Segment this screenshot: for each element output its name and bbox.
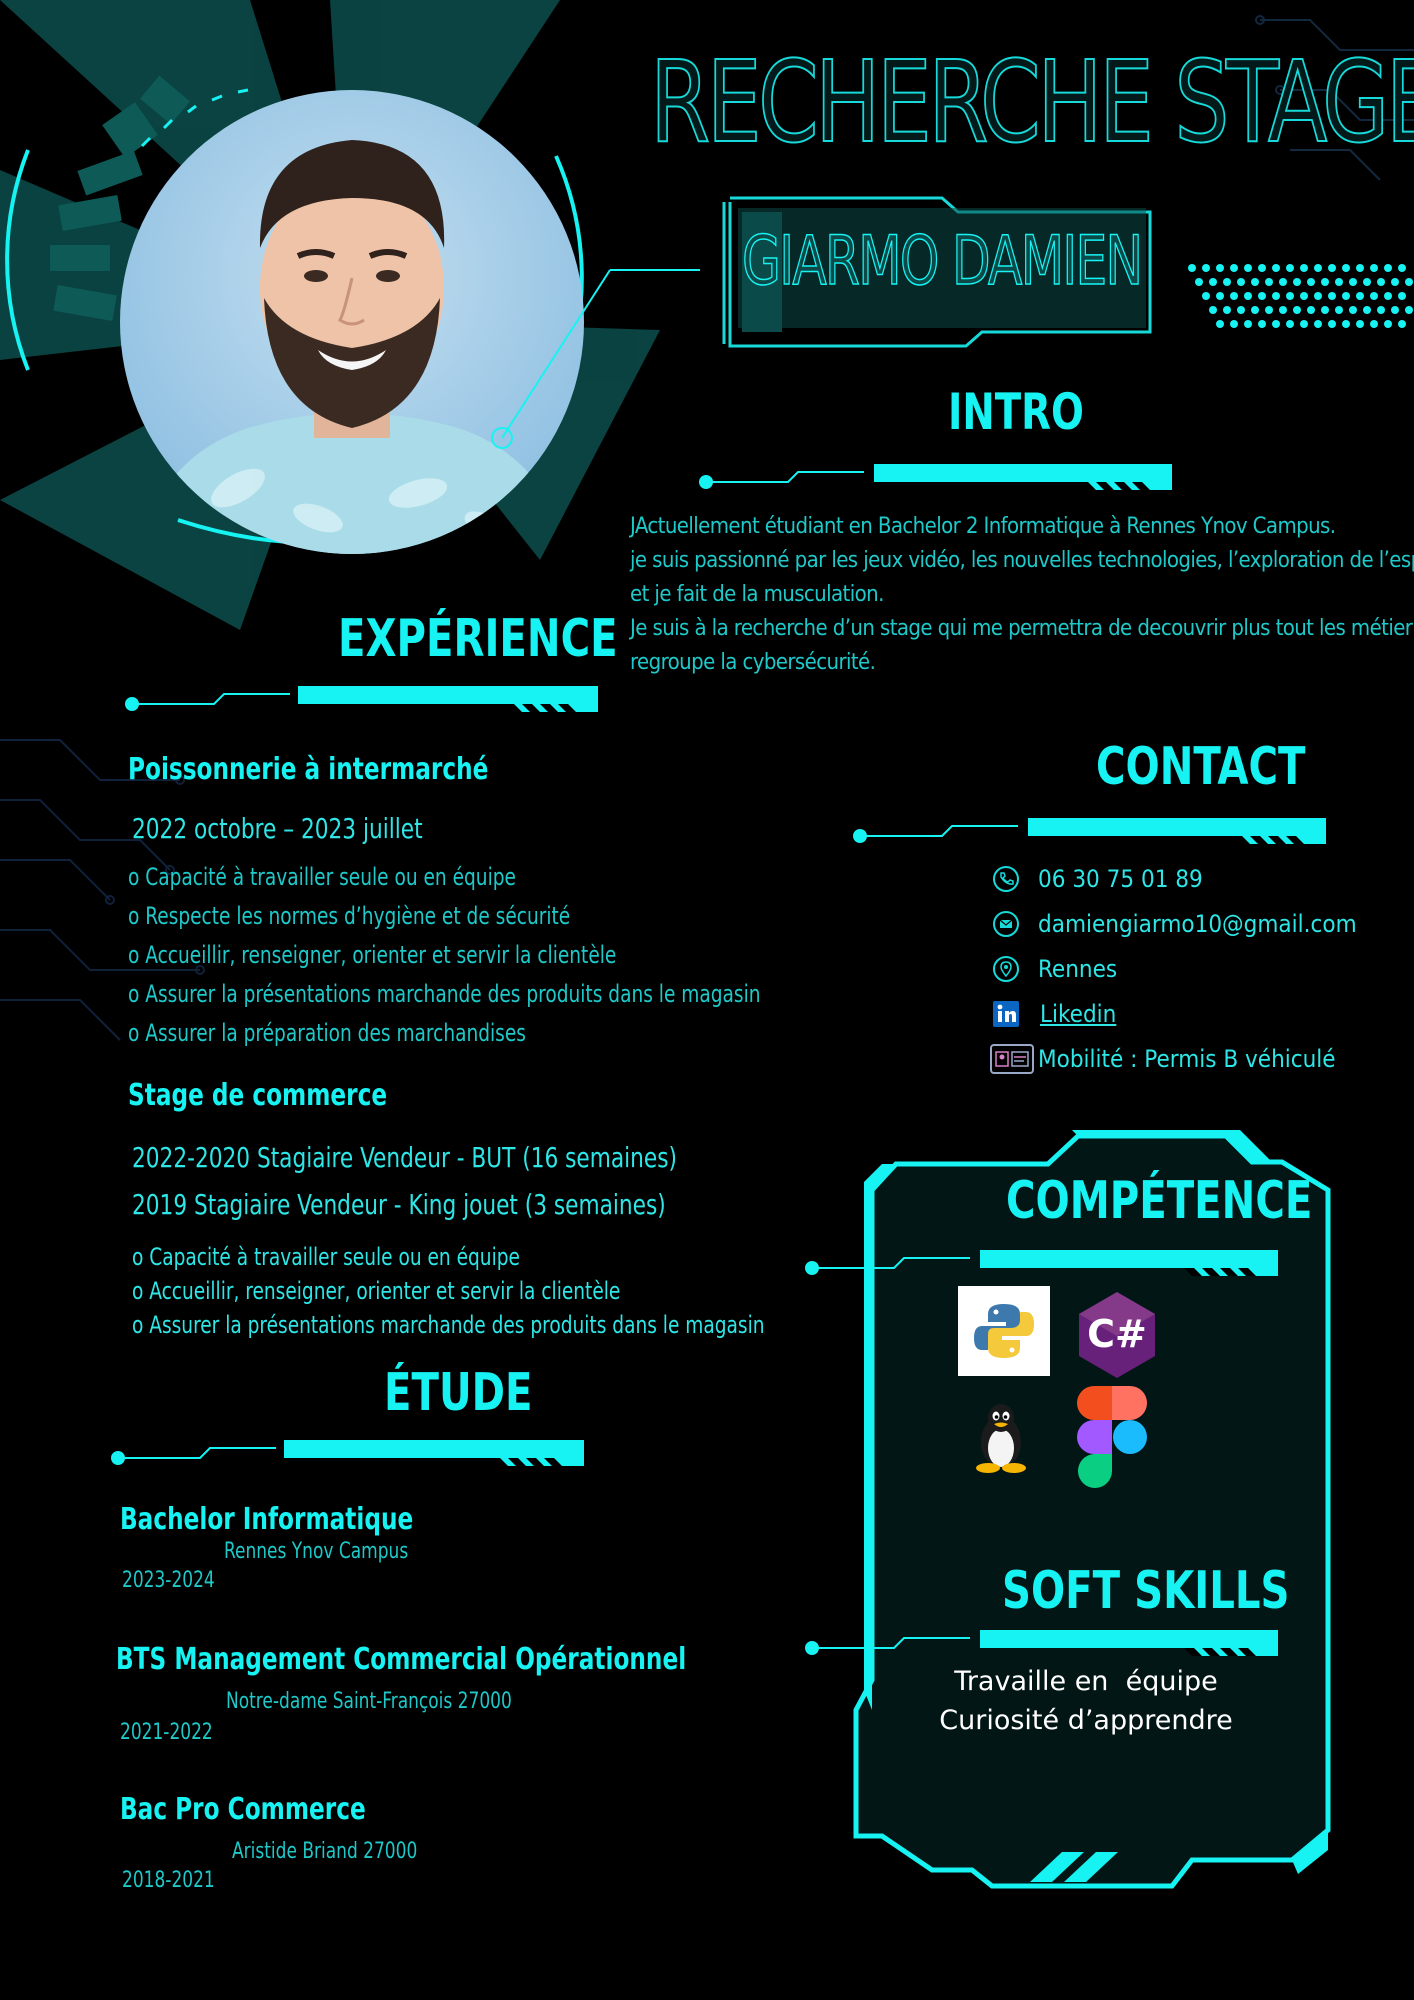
education-item: BTS Management Commercial Opérationnel N… [116, 1642, 779, 1745]
soft-skills-list: Travaille en équipe Curiosité d’apprendr… [906, 1662, 1266, 1740]
intro-line: Je suis à la recherche d’un stage qui me… [630, 616, 1414, 641]
degree-years: 2018-2021 [122, 1868, 215, 1893]
job-title: Stage de commerce [128, 1078, 388, 1113]
experience-divider [125, 686, 598, 712]
list-item: o Respecte les normes d’hygiène et de sé… [128, 902, 571, 930]
phone-icon [990, 863, 1022, 895]
list-item: o Accueillir, renseigner, orienter et se… [128, 941, 617, 969]
contact-phone: 06 30 75 01 89 [990, 856, 1357, 901]
intro-line: regroupe la cybersécurité. [630, 650, 876, 675]
job-title: Poissonnerie à intermarché [128, 752, 489, 787]
contact-list: 06 30 75 01 89 damiengiarmo10@gmail.com … [990, 856, 1357, 1081]
page-title: RECHERCHE STAGE [649, 37, 1414, 169]
location-icon [990, 953, 1022, 985]
job-date-line: 2019 Stagiaire Vendeur - King jouet (3 s… [132, 1188, 666, 1221]
contact-linkedin: Likedin [990, 991, 1357, 1036]
degree-title: Bac Pro Commerce [120, 1792, 366, 1827]
soft-skills-heading: SOFT SKILLS [1002, 1561, 1290, 1621]
education-item: Bachelor Informatique Rennes Ynov Campus… [120, 1502, 461, 1593]
job-bullets: o Capacité à travailler seule ou en équi… [128, 858, 761, 1053]
intro-line: JActuellement étudiant en Bachelor 2 Inf… [630, 514, 1336, 539]
skills-divider [805, 1250, 1278, 1276]
contact-mobility: Mobilité : Permis B véhiculé [990, 1036, 1357, 1081]
soft-skill-item: Curiosité d’apprendre [939, 1705, 1233, 1736]
photo-connector-line [491, 269, 700, 449]
degree-title: Bachelor Informatique [120, 1502, 414, 1537]
job-bullets: o Capacité à travailler seule ou en équi… [132, 1240, 765, 1342]
list-item: o Assurer la préparation des marchandise… [128, 1019, 526, 1047]
csharp-logo-label: C# [1087, 1312, 1147, 1356]
school-name: Notre-dame Saint-François 27000 [226, 1689, 512, 1714]
email-address[interactable]: damiengiarmo10@gmail.com [1038, 910, 1357, 938]
mobility-text: Mobilité : Permis B véhiculé [1038, 1044, 1336, 1073]
soft-skill-item: Travaille en équipe [954, 1666, 1218, 1697]
phone-number[interactable]: 06 30 75 01 89 [1038, 865, 1203, 893]
education-heading: ÉTUDE [384, 1363, 533, 1423]
intro-line: je suis passionné par les jeux vidéo, le… [630, 548, 1414, 573]
list-item: o Assurer la présentations marchande des… [132, 1311, 765, 1339]
intro-text: JActuellement étudiant en Bachelor 2 Inf… [630, 510, 1414, 680]
email-icon [990, 908, 1022, 940]
job-dates: 2022-2020 Stagiaire Vendeur - BUT (16 se… [132, 1134, 677, 1228]
list-item: o Capacité à travailler seule ou en équi… [132, 1243, 520, 1271]
intro-line: et je fait de la musculation. [630, 582, 884, 607]
linkedin-icon [990, 998, 1022, 1030]
job-dates: 2022 octobre – 2023 juillet [132, 812, 423, 845]
list-item: o Accueillir, renseigner, orienter et se… [132, 1277, 621, 1305]
contact-divider [853, 818, 1326, 844]
linux-tux-logo [976, 1404, 1026, 1473]
contact-email: damiengiarmo10@gmail.com [990, 901, 1357, 946]
education-divider [111, 1440, 584, 1466]
degree-years: 2021-2022 [120, 1720, 213, 1745]
list-item: o Assurer la présentations marchande des… [128, 980, 761, 1008]
list-item: o Capacité à travailler seule ou en équi… [128, 863, 516, 891]
intro-heading: INTRO [948, 383, 1084, 441]
linkedin-link[interactable]: Likedin [1040, 1000, 1116, 1028]
soft-skills-divider [805, 1630, 1278, 1656]
school-name: Rennes Ynov Campus [224, 1539, 409, 1564]
degree-years: 2023-2024 [122, 1568, 215, 1593]
figma-logo [1077, 1386, 1147, 1488]
contact-location: Rennes [990, 946, 1357, 991]
job-date-line: 2022-2020 Stagiaire Vendeur - BUT (16 se… [132, 1141, 677, 1174]
dot-pattern-decoration [1188, 264, 1413, 328]
experience-heading: EXPÉRIENCE [338, 609, 618, 669]
contact-heading: CONTACT [1096, 737, 1306, 797]
school-name: Aristide Briand 27000 [232, 1839, 418, 1864]
candidate-name: GIARMO DAMIEN [741, 221, 1143, 302]
education-item: Bac Pro Commerce Aristide Briand 27000 2… [120, 1792, 447, 1893]
intro-divider [699, 464, 1172, 490]
python-logo [958, 1286, 1050, 1376]
degree-title: BTS Management Commercial Opérationnel [116, 1642, 687, 1677]
skills-heading: COMPÉTENCE [1006, 1171, 1313, 1231]
id-card-icon [990, 1043, 1034, 1075]
city-name: Rennes [1038, 954, 1118, 983]
